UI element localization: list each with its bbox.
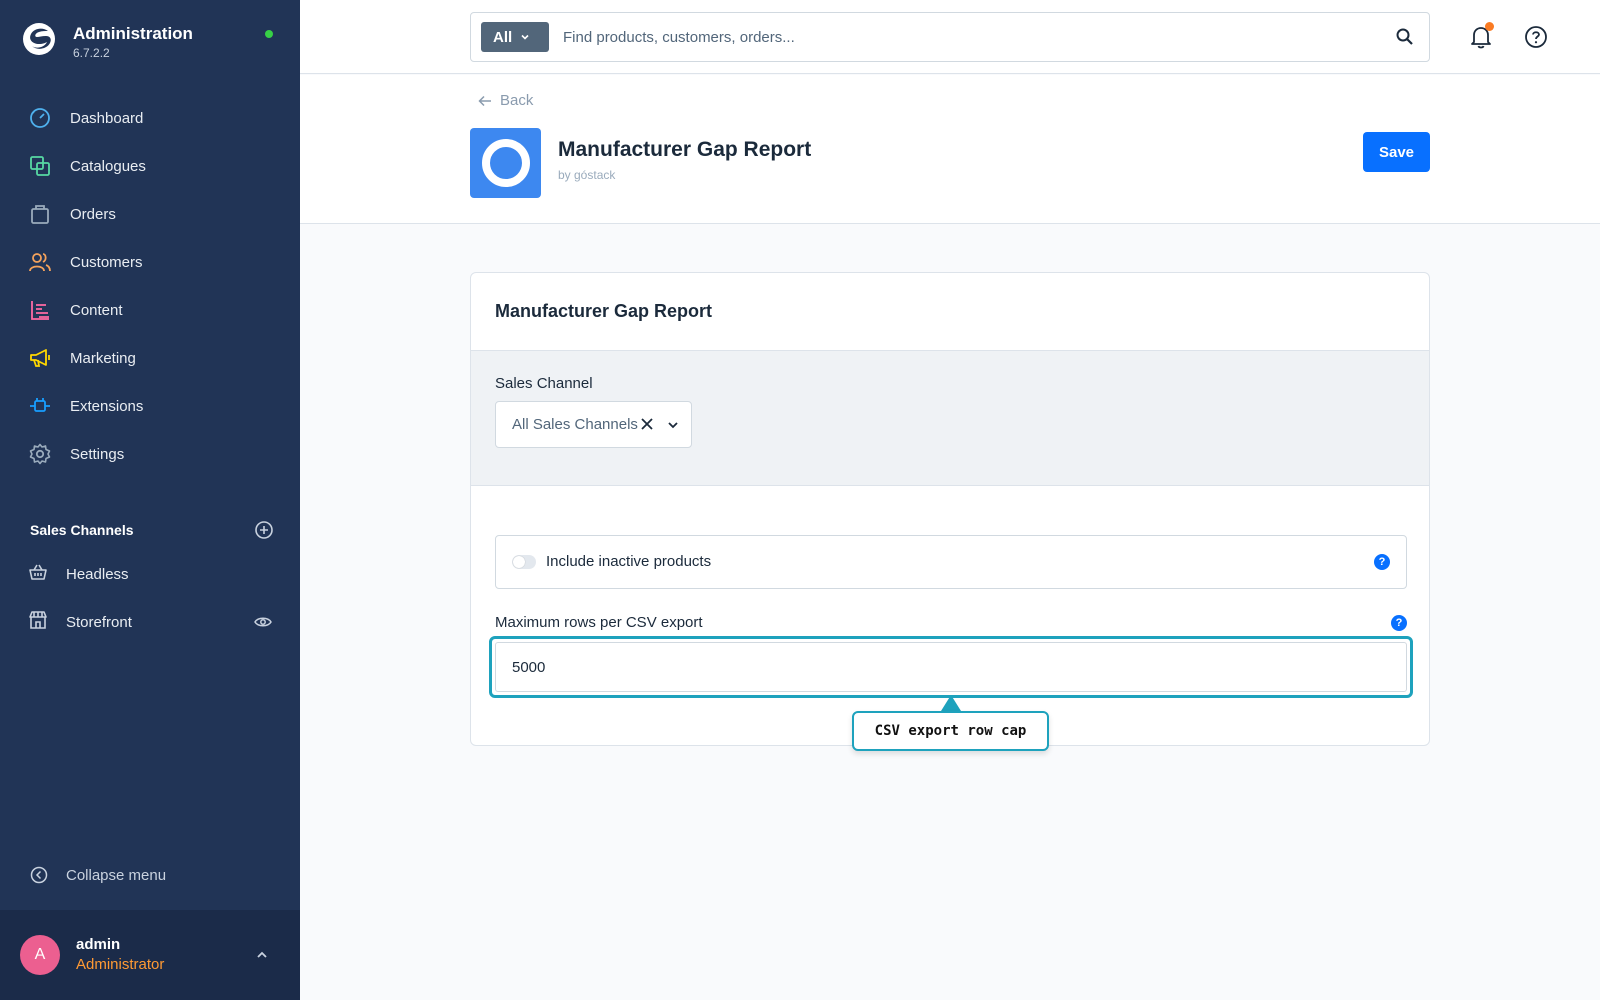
nav-label: Extensions [70,397,144,415]
orders-icon [28,202,52,226]
collapse-menu-label: Collapse menu [66,866,167,884]
content-icon [28,298,52,322]
main-nav: Dashboard Catalogues Orders Customers Co… [0,94,300,478]
max-rows-highlight [489,636,1413,698]
config-card: Manufacturer Gap Report Sales Channel Al… [470,272,1430,746]
avatar[interactable]: A [20,935,60,975]
sales-channel-storefront[interactable]: Storefront [0,598,300,646]
sales-channel-headless[interactable]: Headless [0,550,300,598]
callout-label: CSV export row cap [852,711,1049,751]
nav-label: Content [70,301,123,319]
sales-channel-section: Sales Channel All Sales Channels [471,350,1429,486]
ring-icon [481,139,530,187]
help-icon[interactable]: ? [1391,615,1407,631]
online-status-dot [265,30,273,38]
sales-channel-label: Sales Channel [495,375,593,392]
collapse-menu-button[interactable]: Collapse menu [30,866,166,884]
sales-channel-label: Storefront [66,613,132,631]
user-name: admin [76,936,121,953]
back-link[interactable]: Back [478,92,533,109]
sales-channel-label: Headless [66,565,129,583]
sales-channel-value: All Sales Channels [512,416,638,433]
nav-item-orders[interactable]: Orders [0,190,300,238]
help-icon[interactable]: ? [1374,554,1390,570]
nav-item-catalogues[interactable]: Catalogues [0,142,300,190]
notification-badge [1485,22,1494,31]
toggle-knob [513,556,525,568]
nav-label: Marketing [70,349,136,367]
topbar: All [300,0,1600,74]
shopware-logo-icon[interactable] [22,22,56,56]
user-bar: A admin Administrator [0,910,300,1000]
sales-channel-select[interactable]: All Sales Channels [495,401,692,448]
storefront-icon [28,610,48,635]
settings-icon [28,442,52,466]
basket-icon [28,562,48,587]
nav-item-dashboard[interactable]: Dashboard [0,94,300,142]
nav-label: Catalogues [70,157,146,175]
help-icon[interactable] [1524,25,1548,49]
collapse-icon [30,866,48,884]
marketing-icon [28,346,52,370]
catalogue-icon [28,154,52,178]
include-inactive-toggle[interactable] [512,555,536,569]
app-author: by góstack [558,168,616,182]
add-sales-channel-icon[interactable] [254,520,274,540]
eye-icon[interactable] [254,614,272,630]
nav-item-content[interactable]: Content [0,286,300,334]
sales-channels-header: Sales Channels [30,520,274,540]
back-label: Back [500,92,534,109]
include-inactive-label: Include inactive products [546,553,712,570]
chevron-up-icon[interactable] [255,948,269,962]
sales-channel-list: Headless Storefront [0,550,300,646]
search-input[interactable] [563,23,1363,51]
sales-channels-title: Sales Channels [30,522,134,538]
global-search: All [470,12,1430,62]
arrow-left-icon [478,95,491,106]
include-inactive-field: Include inactive products ? [495,535,1407,589]
nav-item-marketing[interactable]: Marketing [0,334,300,382]
nav-label: Customers [70,253,143,271]
search-icon[interactable] [1395,27,1415,47]
nav-label: Dashboard [70,109,144,127]
chevron-down-icon[interactable] [666,418,680,432]
brand-title: Administration [73,24,193,43]
brand: Administration 6.7.2.2 [22,22,193,60]
nav-label: Orders [70,205,116,223]
app-icon [470,128,541,198]
nav-label: Settings [70,445,125,463]
sidebar: Administration 6.7.2.2 Dashboard Catalog… [0,0,300,1000]
page-title: Manufacturer Gap Report [558,138,812,161]
max-rows-label: Maximum rows per CSV export [495,614,703,631]
dashboard-icon [28,106,52,130]
nav-item-settings[interactable]: Settings [0,430,300,478]
user-role: Administrator [76,956,165,973]
card-title: Manufacturer Gap Report [495,301,713,321]
brand-version: 6.7.2.2 [73,46,110,60]
search-type-select[interactable]: All [481,22,549,52]
nav-item-extensions[interactable]: Extensions [0,382,300,430]
clear-icon[interactable] [640,417,654,431]
callout-pointer [941,695,961,711]
max-rows-input[interactable] [495,642,1407,692]
nav-item-customers[interactable]: Customers [0,238,300,286]
customers-icon [28,250,52,274]
save-button[interactable]: Save [1363,132,1430,172]
extensions-icon [28,394,52,418]
search-type-label: All [493,28,513,46]
page-header: Back Manufacturer Gap Report by góstack … [300,75,1600,224]
chevron-down-icon [521,34,529,40]
